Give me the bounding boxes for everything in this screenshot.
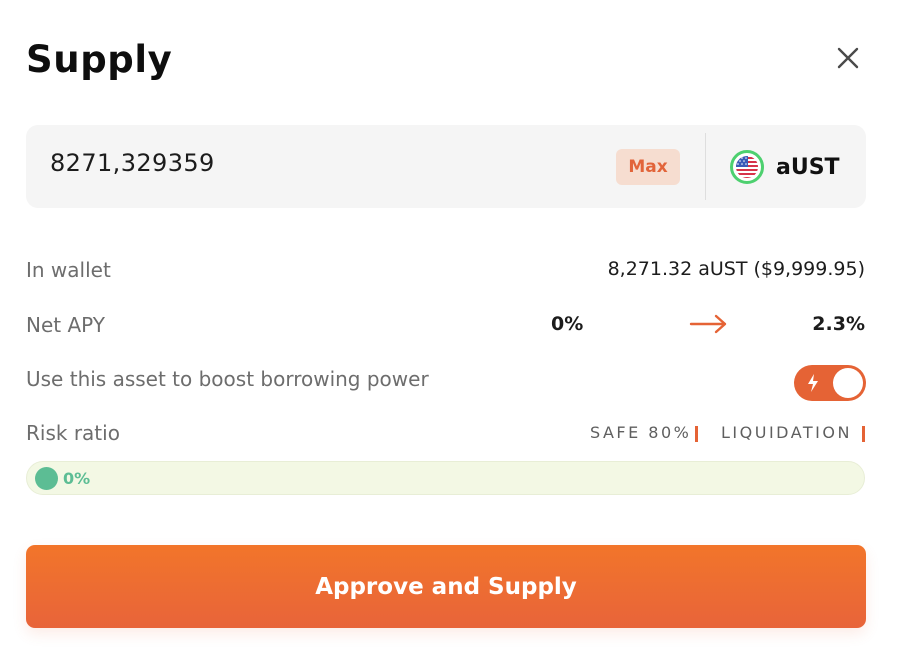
liquidation-marker xyxy=(862,426,865,442)
liquidation-label: LIQUIDATION xyxy=(721,423,852,442)
us-flag-icon xyxy=(730,150,764,184)
token-selector[interactable]: aUST xyxy=(730,147,840,187)
arrow-right-icon xyxy=(689,314,727,334)
risk-ratio-value: 0% xyxy=(63,469,91,488)
risk-indicator xyxy=(35,467,58,490)
in-wallet-value: 8,271.32 aUST ($9,999.95) xyxy=(607,258,865,280)
divider xyxy=(705,133,706,200)
risk-ratio-bar: 0% xyxy=(26,461,865,495)
toggle-knob xyxy=(833,368,863,398)
token-symbol: aUST xyxy=(776,154,840,180)
close-button[interactable] xyxy=(830,40,866,76)
safe-threshold-label: SAFE 80% xyxy=(590,423,692,442)
collateral-label: Use this asset to boost borrowing power xyxy=(26,367,429,391)
collateral-toggle[interactable] xyxy=(794,365,866,401)
risk-ratio-label: Risk ratio xyxy=(26,421,120,445)
net-apy-label: Net APY xyxy=(26,313,105,337)
in-wallet-label: In wallet xyxy=(26,258,111,282)
net-apy-current: 0% xyxy=(551,313,584,335)
safe-threshold-marker xyxy=(695,426,698,442)
close-icon xyxy=(837,47,859,69)
amount-input[interactable]: 8271,329359 xyxy=(50,149,215,177)
modal-title: Supply xyxy=(26,38,173,81)
max-button[interactable]: Max xyxy=(616,149,680,185)
amount-input-container[interactable]: 8271,329359 Max aUST xyxy=(26,125,866,208)
lightning-icon xyxy=(808,374,818,392)
net-apy-new: 2.3% xyxy=(812,313,865,335)
approve-and-supply-button[interactable]: Approve and Supply xyxy=(26,545,866,628)
